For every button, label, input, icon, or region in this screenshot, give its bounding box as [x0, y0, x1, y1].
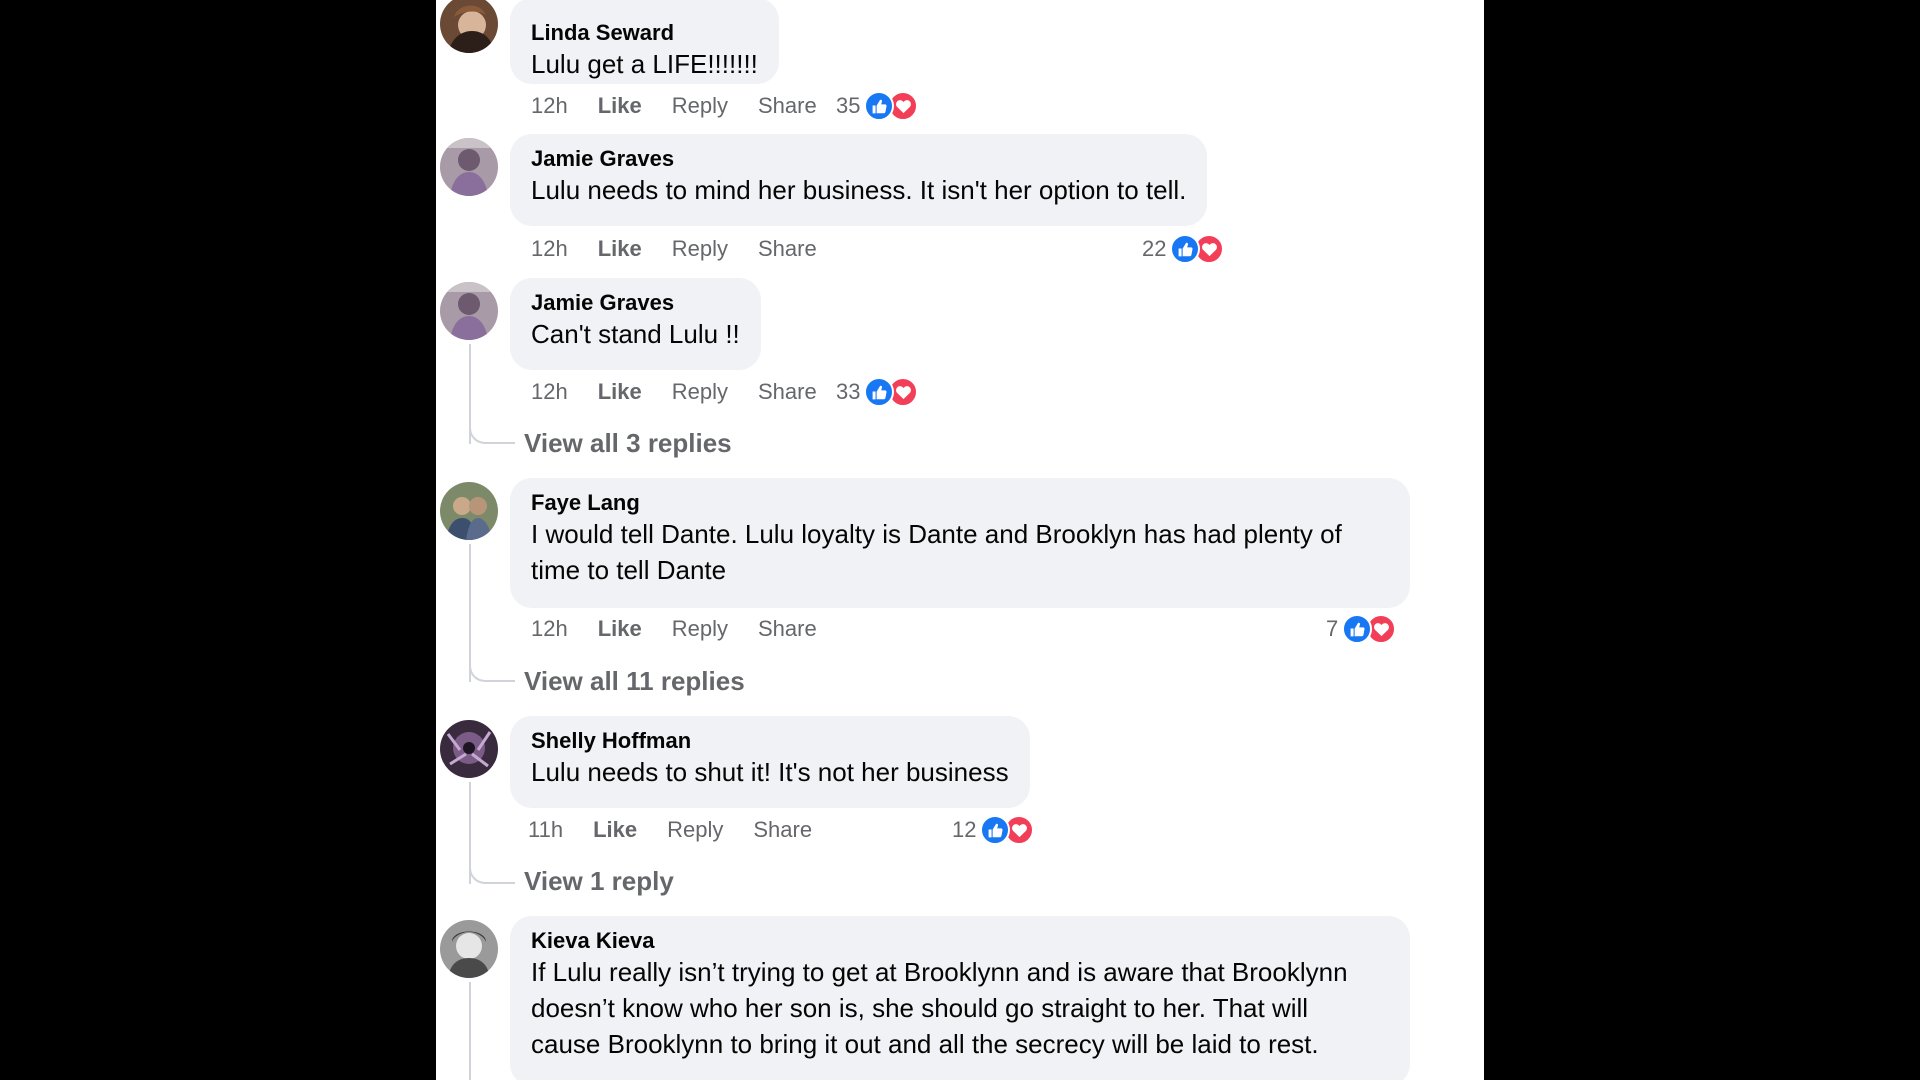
like-button[interactable]: Like	[598, 93, 642, 119]
comment-actions: 12h Like Reply Share	[531, 614, 817, 644]
like-icon	[864, 91, 895, 121]
reaction-count: 33	[836, 379, 861, 404]
avatar[interactable]	[440, 0, 498, 53]
reaction-summary[interactable]: 7	[1326, 613, 1397, 645]
avatar[interactable]	[440, 920, 498, 978]
view-replies-link[interactable]: View all 11 replies	[524, 666, 745, 697]
reaction-count: 12	[952, 817, 977, 842]
reply-button[interactable]: Reply	[672, 93, 728, 119]
avatar[interactable]	[440, 720, 498, 778]
thread-connector	[469, 866, 515, 884]
comment-bubble: Kieva Kieva If Lulu really isn’t trying …	[510, 916, 1410, 1080]
comment-actions: 12h Like Reply Share	[531, 377, 817, 407]
comment-time[interactable]: 12h	[531, 379, 568, 405]
comment-text: Lulu needs to mind her business. It isn'…	[531, 175, 1187, 205]
thread-line	[469, 544, 471, 682]
avatar[interactable]	[440, 482, 498, 540]
share-button[interactable]: Share	[753, 817, 812, 843]
view-replies-link[interactable]: View 1 reply	[524, 866, 674, 897]
share-button[interactable]: Share	[758, 93, 817, 119]
comment-actions: 12h Like Reply Share	[531, 234, 817, 264]
comment-text: If Lulu really isn’t trying to get at Br…	[531, 957, 1348, 1059]
comment-time[interactable]: 11h	[528, 817, 563, 843]
comment-text: I would tell Dante. Lulu loyalty is Dant…	[531, 519, 1342, 585]
comments-panel: Linda Seward Lulu get a LIFE!!!!!!! 12h …	[436, 0, 1484, 1080]
comment-actions: 11h Like Reply Share	[528, 815, 812, 845]
thread-line	[469, 982, 471, 1080]
view-replies-link[interactable]: View all 3 replies	[524, 428, 732, 459]
reply-button[interactable]: Reply	[672, 379, 728, 405]
reply-button[interactable]: Reply	[672, 616, 728, 642]
reaction-summary[interactable]: 35	[836, 90, 919, 122]
share-button[interactable]: Share	[758, 236, 817, 262]
reaction-count: 7	[1326, 616, 1339, 641]
reply-button[interactable]: Reply	[672, 236, 728, 262]
comment-bubble: Linda Seward Lulu get a LIFE!!!!!!!	[510, 0, 779, 84]
comment-actions: 12h Like Reply Share	[531, 91, 817, 121]
avatar[interactable]	[440, 138, 498, 196]
thread-connector	[469, 426, 515, 444]
comment-text: Can't stand Lulu !!	[531, 319, 740, 349]
comment-bubble: Jamie Graves Can't stand Lulu !!	[510, 278, 761, 370]
like-icon	[980, 815, 1011, 845]
comment-bubble: Shelly Hoffman Lulu needs to shut it! It…	[510, 716, 1030, 808]
like-button[interactable]: Like	[598, 379, 642, 405]
reaction-summary[interactable]: 22	[1142, 233, 1225, 265]
comment-author[interactable]: Kieva Kieva	[531, 928, 1389, 954]
share-button[interactable]: Share	[758, 379, 817, 405]
comment-text: Lulu get a LIFE!!!!!!!	[531, 49, 758, 79]
like-button[interactable]: Like	[593, 817, 637, 843]
avatar[interactable]	[440, 282, 498, 340]
like-icon	[864, 377, 895, 407]
reaction-count: 22	[1142, 236, 1167, 261]
like-button[interactable]: Like	[598, 616, 642, 642]
comment-author[interactable]: Jamie Graves	[531, 290, 740, 316]
comment-author[interactable]: Faye Lang	[531, 490, 1389, 516]
share-button[interactable]: Share	[758, 616, 817, 642]
comment-text: Lulu needs to shut it! It's not her busi…	[531, 757, 1009, 787]
reaction-count: 35	[836, 93, 861, 118]
reaction-summary[interactable]: 12	[952, 814, 1035, 846]
like-button[interactable]: Like	[598, 236, 642, 262]
comment-time[interactable]: 12h	[531, 93, 568, 119]
comment-time[interactable]: 12h	[531, 236, 568, 262]
comment-bubble: Jamie Graves Lulu needs to mind her busi…	[510, 134, 1208, 226]
comment-bubble: Faye Lang I would tell Dante. Lulu loyal…	[510, 478, 1410, 608]
thread-connector	[469, 664, 515, 682]
like-icon	[1170, 234, 1201, 264]
reaction-summary[interactable]: 33	[836, 376, 919, 408]
like-icon	[1342, 614, 1373, 644]
comment-author[interactable]: Linda Seward	[531, 20, 758, 46]
comment-author[interactable]: Shelly Hoffman	[531, 728, 1009, 754]
comment-time[interactable]: 12h	[531, 616, 568, 642]
reply-button[interactable]: Reply	[667, 817, 723, 843]
comment-author[interactable]: Jamie Graves	[531, 146, 1186, 172]
